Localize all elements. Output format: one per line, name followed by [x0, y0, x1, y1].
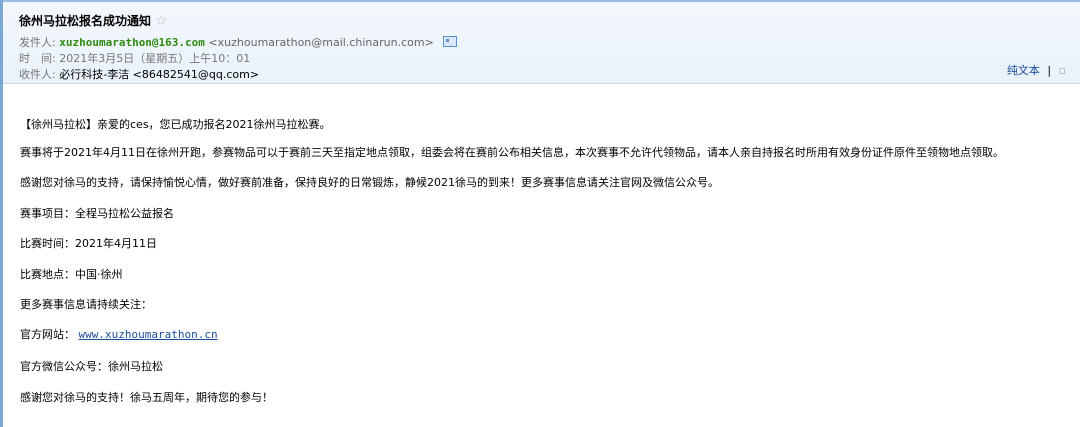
body-line-follow: 更多赛事信息请持续关注： — [20, 298, 152, 311]
recipient[interactable]: 必行科技-李洁 <86482541@qq.com> — [59, 68, 259, 81]
time-label: 时 间: — [19, 52, 56, 65]
to-label: 收件人: — [19, 68, 56, 81]
plain-text-link[interactable]: 纯文本 — [1007, 64, 1040, 77]
body-line-closing: 感谢您对徐马的支持！徐马五周年，期待您的参与！ — [20, 391, 273, 404]
body-line-event-info: 赛事将于2021年4月11日在徐州开跑，参赛物品可以于赛前三天至指定地点领取，组… — [20, 146, 1004, 159]
contact-card-icon[interactable] — [443, 36, 458, 47]
body-line-website: 官方网站： www.xuzhoumarathon.cn — [20, 326, 218, 342]
sender-address: <xuzhoumarathon@mail.chinarun.com> — [208, 36, 434, 49]
body-line-thanks: 感谢您对徐马的支持，请保持愉悦心情，做好赛前准备，保持良好的日常锻炼，静候202… — [20, 176, 719, 189]
subject-row: 徐州马拉松报名成功通知 ☆ — [19, 12, 168, 29]
website-link[interactable]: www.xuzhoumarathon.cn — [79, 328, 218, 341]
body-line-wechat: 官方微信公众号：徐州马拉松 — [20, 360, 163, 373]
body-line-race-date: 比赛时间：2021年4月11日 — [20, 237, 157, 250]
recipient-row: 收件人: 必行科技-李洁 <86482541@qq.com> — [19, 66, 259, 82]
sender-name[interactable]: xuzhoumarathon@163.com — [59, 36, 205, 49]
body-line-race-location: 比赛地点：中国·徐州 — [20, 268, 123, 281]
mail-header: 徐州马拉松报名成功通知 ☆ 发件人: xuzhoumarathon@163.co… — [3, 2, 1080, 84]
mail-subject: 徐州马拉松报名成功通知 — [19, 14, 152, 28]
toolbar-separator: | — [1047, 64, 1052, 77]
time-value: 2021年3月5日（星期五）上午10：01 — [59, 52, 251, 65]
from-label: 发件人: — [19, 36, 56, 49]
truncated-icon[interactable]: ▫ — [1059, 64, 1066, 77]
plain-text-toggle: 纯文本 | ▫ — [1007, 62, 1066, 78]
body-line-event-item: 赛事项目：全程马拉松公益报名 — [20, 207, 174, 220]
star-icon[interactable]: ☆ — [155, 13, 168, 29]
sender-row: 发件人: xuzhoumarathon@163.com <xuzhoumarat… — [19, 34, 458, 50]
website-label: 官方网站： — [20, 328, 75, 341]
time-row: 时 间: 2021年3月5日（星期五）上午10：01 — [19, 50, 250, 66]
body-line-greeting: 【徐州马拉松】亲爱的ces，您已成功报名2021徐州马拉松赛。 — [20, 118, 331, 131]
